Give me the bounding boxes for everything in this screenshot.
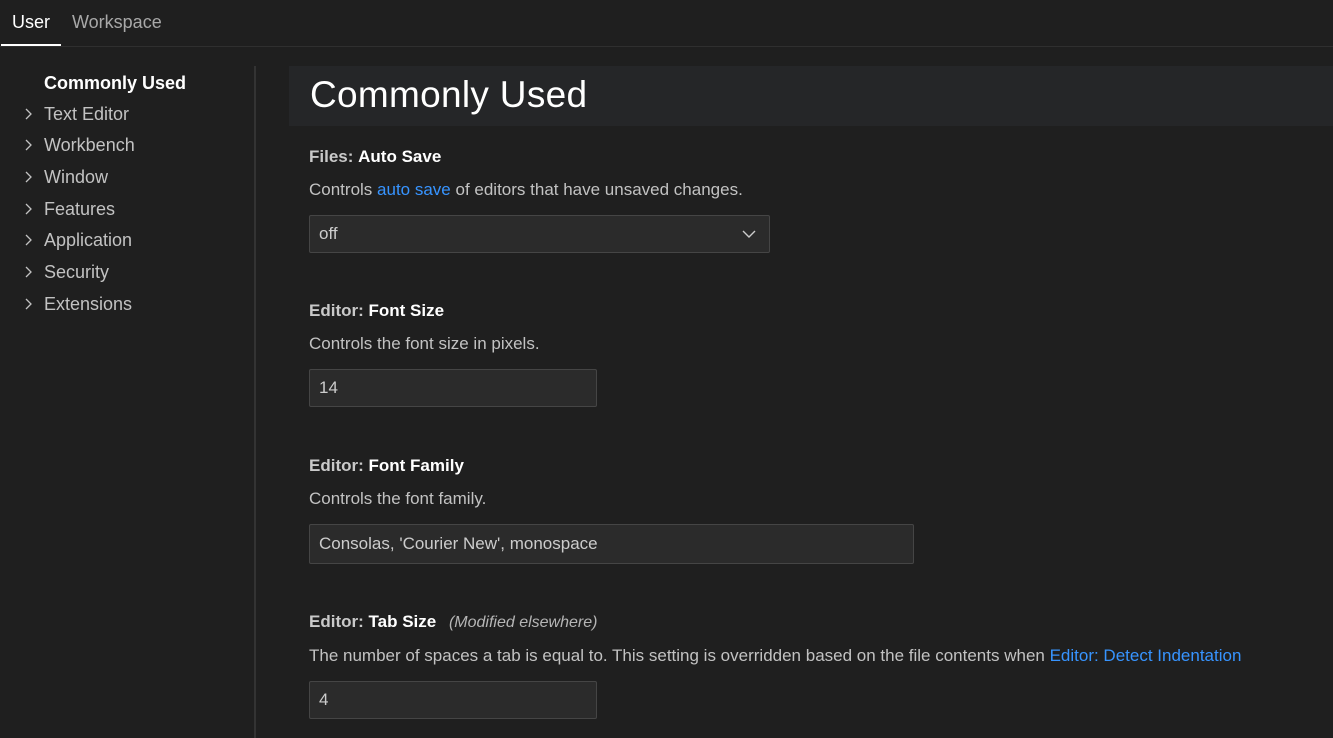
setting-description: Controls auto save of editors that have … xyxy=(309,179,770,201)
tab-workspace[interactable]: Workspace xyxy=(72,0,162,45)
setting-name: Font Family xyxy=(368,456,464,475)
sidebar-divider[interactable] xyxy=(254,66,256,738)
chevron-right-icon xyxy=(25,234,32,246)
tab-user[interactable]: User xyxy=(1,0,62,46)
setting-description: Controls the font size in pixels. xyxy=(309,334,540,353)
sidebar-item-security[interactable]: Security xyxy=(0,257,250,287)
setting-name: Font Size xyxy=(368,301,445,320)
setting-name: Auto Save xyxy=(358,147,442,166)
sidebar-item-text-editor[interactable]: Text Editor xyxy=(0,99,250,129)
setting-title: Editor: Font Size xyxy=(309,300,597,322)
sidebar-item-label: Security xyxy=(44,262,110,282)
setting-editor-font-family: Editor: Font Family Controls the font fa… xyxy=(309,455,914,564)
sidebar-item-label: Extensions xyxy=(44,294,133,314)
auto-save-select[interactable]: off xyxy=(309,215,770,253)
sidebar-item-label: Workbench xyxy=(44,135,135,155)
setting-title: Files: Auto Save xyxy=(309,146,770,168)
settings-list: Commonly Used Files: Auto Save Controls … xyxy=(289,66,1333,738)
setting-files-auto-save: Files: Auto Save Controls auto save of e… xyxy=(309,146,770,253)
setting-category: Files: xyxy=(309,147,354,166)
chevron-right-icon xyxy=(25,108,32,120)
setting-category: Editor: xyxy=(309,456,364,475)
description-text: of editors that have unsaved changes. xyxy=(450,180,743,199)
tab-size-input[interactable]: 4 xyxy=(309,681,597,719)
sidebar-item-label: Text Editor xyxy=(44,104,130,124)
sidebar-item-application[interactable]: Application xyxy=(0,225,250,255)
sidebar-item-label: Features xyxy=(44,199,116,219)
setting-editor-font-size: Editor: Font Size Controls the font size… xyxy=(309,300,597,407)
section-title: Commonly Used xyxy=(310,74,588,115)
select-value: off xyxy=(319,224,338,243)
setting-title: Editor: Tab Size (Modified elsewhere) xyxy=(309,611,1241,634)
font-family-input[interactable]: Consolas, 'Courier New', monospace xyxy=(309,524,914,564)
setting-title: Editor: Font Family xyxy=(309,455,914,477)
modified-elsewhere-indicator[interactable]: (Modified elsewhere) xyxy=(449,614,598,631)
setting-category: Editor: xyxy=(309,612,364,631)
setting-category: Editor: xyxy=(309,301,364,320)
sidebar-item-extensions[interactable]: Extensions xyxy=(0,289,250,319)
description-text: Controls xyxy=(309,180,378,199)
sidebar-item-label: Application xyxy=(44,230,133,250)
sidebar-item-label: Window xyxy=(44,167,109,187)
section-header: Commonly Used xyxy=(289,66,1333,126)
chevron-right-icon xyxy=(25,298,32,310)
sidebar-item-label: Commonly Used xyxy=(44,73,187,93)
description-text: The number of spaces a tab is equal to. … xyxy=(309,646,1050,665)
sidebar-item-window[interactable]: Window xyxy=(0,162,250,192)
setting-description: The number of spaces a tab is equal to. … xyxy=(309,645,1241,667)
detect-indentation-link[interactable]: Editor: Detect Indentation xyxy=(1050,646,1242,665)
settings-toc-sidebar: Commonly Used Text Editor Workbench Wind… xyxy=(0,66,255,738)
font-size-input[interactable]: 14 xyxy=(309,369,597,407)
setting-name: Tab Size xyxy=(368,612,437,631)
sidebar-item-features[interactable]: Features xyxy=(0,194,250,224)
chevron-right-icon xyxy=(25,203,32,215)
sidebar-item-commonly-used[interactable]: Commonly Used xyxy=(0,68,250,98)
chevron-down-icon xyxy=(742,230,756,238)
settings-scope-tabs: User Workspace xyxy=(0,0,1333,47)
chevron-right-icon xyxy=(25,171,32,183)
sidebar-item-workbench[interactable]: Workbench xyxy=(0,130,250,160)
setting-editor-tab-size: Editor: Tab Size (Modified elsewhere) Th… xyxy=(309,611,1241,719)
setting-description: Controls the font family. xyxy=(309,489,487,508)
auto-save-link[interactable]: auto save xyxy=(377,180,451,199)
chevron-right-icon xyxy=(25,139,32,151)
chevron-right-icon xyxy=(25,266,32,278)
